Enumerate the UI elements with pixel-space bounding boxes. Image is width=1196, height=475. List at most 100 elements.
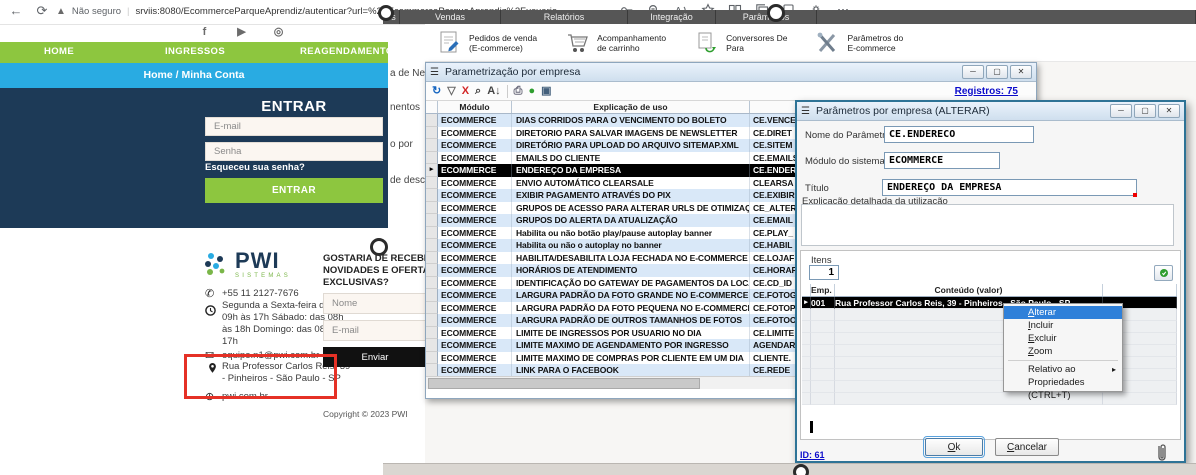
cell-explicacao: LARGURA PADRÃO DE OUTROS TAMANHOS DE FOT… (512, 314, 750, 327)
alterar-titlebar[interactable]: ☰ Parâmetros por empresa (ALTERAR) ─ ▢ ✕ (797, 102, 1184, 121)
context-menu-item-incluir[interactable]: Incluir (1004, 319, 1122, 332)
parametrizacao-titlebar[interactable]: ☰ Parametrização por empresa ─ ▢ ✕ (426, 63, 1036, 82)
record-id-link[interactable]: ID: 61 (800, 450, 825, 460)
context-menu-item-zoom[interactable]: Zoom (1004, 345, 1122, 358)
context-menu-item-relativoao[interactable]: Relativo ao ▸ (1004, 363, 1122, 376)
maximize-button[interactable]: ▢ (1134, 104, 1156, 118)
window-menu-icon[interactable]: ☰ (430, 67, 439, 78)
module-field[interactable]: ECOMMERCE (884, 152, 1000, 169)
row-selector[interactable] (426, 289, 438, 302)
menu-item-relatrios[interactable]: Relatórios (501, 10, 628, 24)
taskbar-strip (383, 463, 1196, 475)
export-icon[interactable]: ● (528, 84, 535, 98)
itens-header-conteudo[interactable]: Conteúdo (valor) (835, 284, 1103, 296)
cell-explicacao: Habilita ou não botão play/pause autopla… (512, 226, 750, 239)
close-button[interactable]: ✕ (1010, 65, 1032, 79)
row-selector[interactable] (426, 189, 438, 202)
app-toolbar-cart-tracking[interactable]: Acompanhamento de carrinho (565, 30, 666, 56)
newsletter-email-field[interactable]: E-mail (323, 320, 427, 341)
row-selector[interactable] (426, 139, 438, 152)
breadcrumb[interactable]: Home / Minha Conta (0, 69, 388, 81)
phone-icon: ✆ (205, 288, 215, 300)
close-button[interactable]: ✕ (1158, 104, 1180, 118)
login-button[interactable]: ENTRAR (205, 178, 383, 203)
back-icon[interactable]: ← (8, 3, 24, 19)
itens-count-field[interactable]: 1 (809, 265, 839, 280)
row-selector[interactable] (426, 251, 438, 264)
itens-empty-row[interactable] (802, 393, 1177, 405)
row-selector[interactable] (426, 214, 438, 227)
address-highlight-box (184, 354, 337, 399)
print-icon[interactable]: ⎙ (514, 84, 523, 98)
cell-modulo: ECOMMERCE (438, 351, 512, 364)
row-selector[interactable] (426, 126, 438, 139)
newsletter-name-field[interactable]: Nome (323, 293, 427, 314)
facebook-icon[interactable]: f (198, 26, 211, 39)
row-selector[interactable] (426, 176, 438, 189)
context-menu-item-propriedadesctrlt[interactable]: Propriedades (CTRL+T) (1004, 376, 1122, 401)
row-selector[interactable] (426, 239, 438, 252)
row-selector[interactable] (426, 276, 438, 289)
row-selector[interactable] (426, 339, 438, 352)
find-icon[interactable]: ⌕ (475, 84, 481, 98)
row-selector[interactable] (426, 201, 438, 214)
sort-icon[interactable]: A↓ (487, 84, 500, 98)
refresh-icon[interactable]: ↻ (432, 84, 441, 98)
cell-modulo: ECOMMERCE (438, 326, 512, 339)
app-toolbar-orders-ecommerce[interactable]: Pedidos de venda (E-commerce) (437, 30, 537, 56)
cell-explicacao: IDENTIFICAÇÃO DO GATEWAY DE PAGAMENTOS D… (512, 276, 750, 289)
app-toolbar-converters[interactable]: Conversores De Para (694, 30, 787, 56)
row-selector[interactable] (426, 351, 438, 364)
footer-phone: +55 11 2127-7676 (222, 288, 299, 299)
cancel-button[interactable]: Cancelar (995, 438, 1059, 456)
row-selector[interactable] (426, 264, 438, 277)
email-field[interactable]: E-mail (205, 117, 383, 136)
row-selector[interactable] (426, 326, 438, 339)
newsletter-send-button[interactable]: Enviar (323, 347, 427, 367)
password-field[interactable]: Senha (205, 142, 383, 161)
instagram-icon[interactable]: ◎ (272, 26, 285, 39)
pwi-logo-text: PWI (235, 248, 280, 273)
nav-item-ingressos[interactable]: INGRESSOS (165, 46, 225, 57)
save-icon[interactable]: ▣ (541, 84, 551, 98)
grid-header-explicacao[interactable]: Explicação de uso (512, 101, 750, 113)
row-selector[interactable]: ▸ (802, 297, 811, 309)
param-name-field[interactable]: CE.ENDERECO (884, 126, 1034, 143)
title-field[interactable]: ENDEREÇO DA EMPRESA (882, 179, 1137, 196)
window-menu-icon[interactable]: ☰ (801, 106, 810, 117)
ok-button[interactable]: Ok (923, 436, 985, 458)
click-annotation-ring (378, 5, 394, 21)
menu-item-integrao[interactable]: Integração (628, 10, 716, 24)
context-menu-item-excluir[interactable]: Excluir (1004, 332, 1122, 345)
row-selector[interactable] (426, 114, 438, 127)
row-selector[interactable] (426, 301, 438, 314)
menu-item-vendas[interactable]: Vendas (400, 10, 501, 24)
scrollbar-thumb[interactable] (428, 378, 700, 389)
itens-header-emp[interactable]: Emp. (811, 284, 835, 296)
nav-item-home[interactable]: HOME (44, 46, 74, 57)
refresh-icon[interactable]: ⟳ (34, 3, 50, 19)
row-selector[interactable] (426, 226, 438, 239)
forgot-password-link[interactable]: Esqueceu sua senha? (205, 162, 305, 173)
minimize-button[interactable]: ─ (1110, 104, 1132, 118)
nav-item-reagendamento[interactable]: REAGENDAMENTO (300, 46, 394, 57)
row-selector[interactable] (426, 314, 438, 327)
cell-modulo: ECOMMERCE (438, 189, 512, 202)
click-annotation-ring (370, 238, 388, 256)
cell-explicacao: DIRETORIO PARA SALVAR IMAGENS DE NEWSLET… (512, 126, 750, 139)
explanation-textarea[interactable] (801, 204, 1174, 246)
clear-filter-icon[interactable]: X (462, 84, 469, 98)
cell-explicacao: DIAS CORRIDOS PARA O VENCIMENTO DO BOLET… (512, 114, 750, 127)
registros-link[interactable]: Registros: 75 (955, 86, 1018, 97)
row-selector[interactable] (426, 364, 438, 376)
filter-icon[interactable]: ▽ (447, 84, 455, 98)
context-menu-item-alterar[interactable]: Alterar (1004, 306, 1122, 319)
row-selector[interactable]: ▸ (426, 164, 438, 177)
youtube-icon[interactable]: ▶ (235, 26, 248, 39)
grid-header-modulo[interactable]: Módulo (438, 101, 512, 113)
app-toolbar-ecommerce-params[interactable]: Parâmetros do E-commerce (815, 30, 903, 56)
itens-refresh-button[interactable] (1154, 265, 1173, 281)
minimize-button[interactable]: ─ (962, 65, 984, 79)
row-selector[interactable] (426, 151, 438, 164)
maximize-button[interactable]: ▢ (986, 65, 1008, 79)
